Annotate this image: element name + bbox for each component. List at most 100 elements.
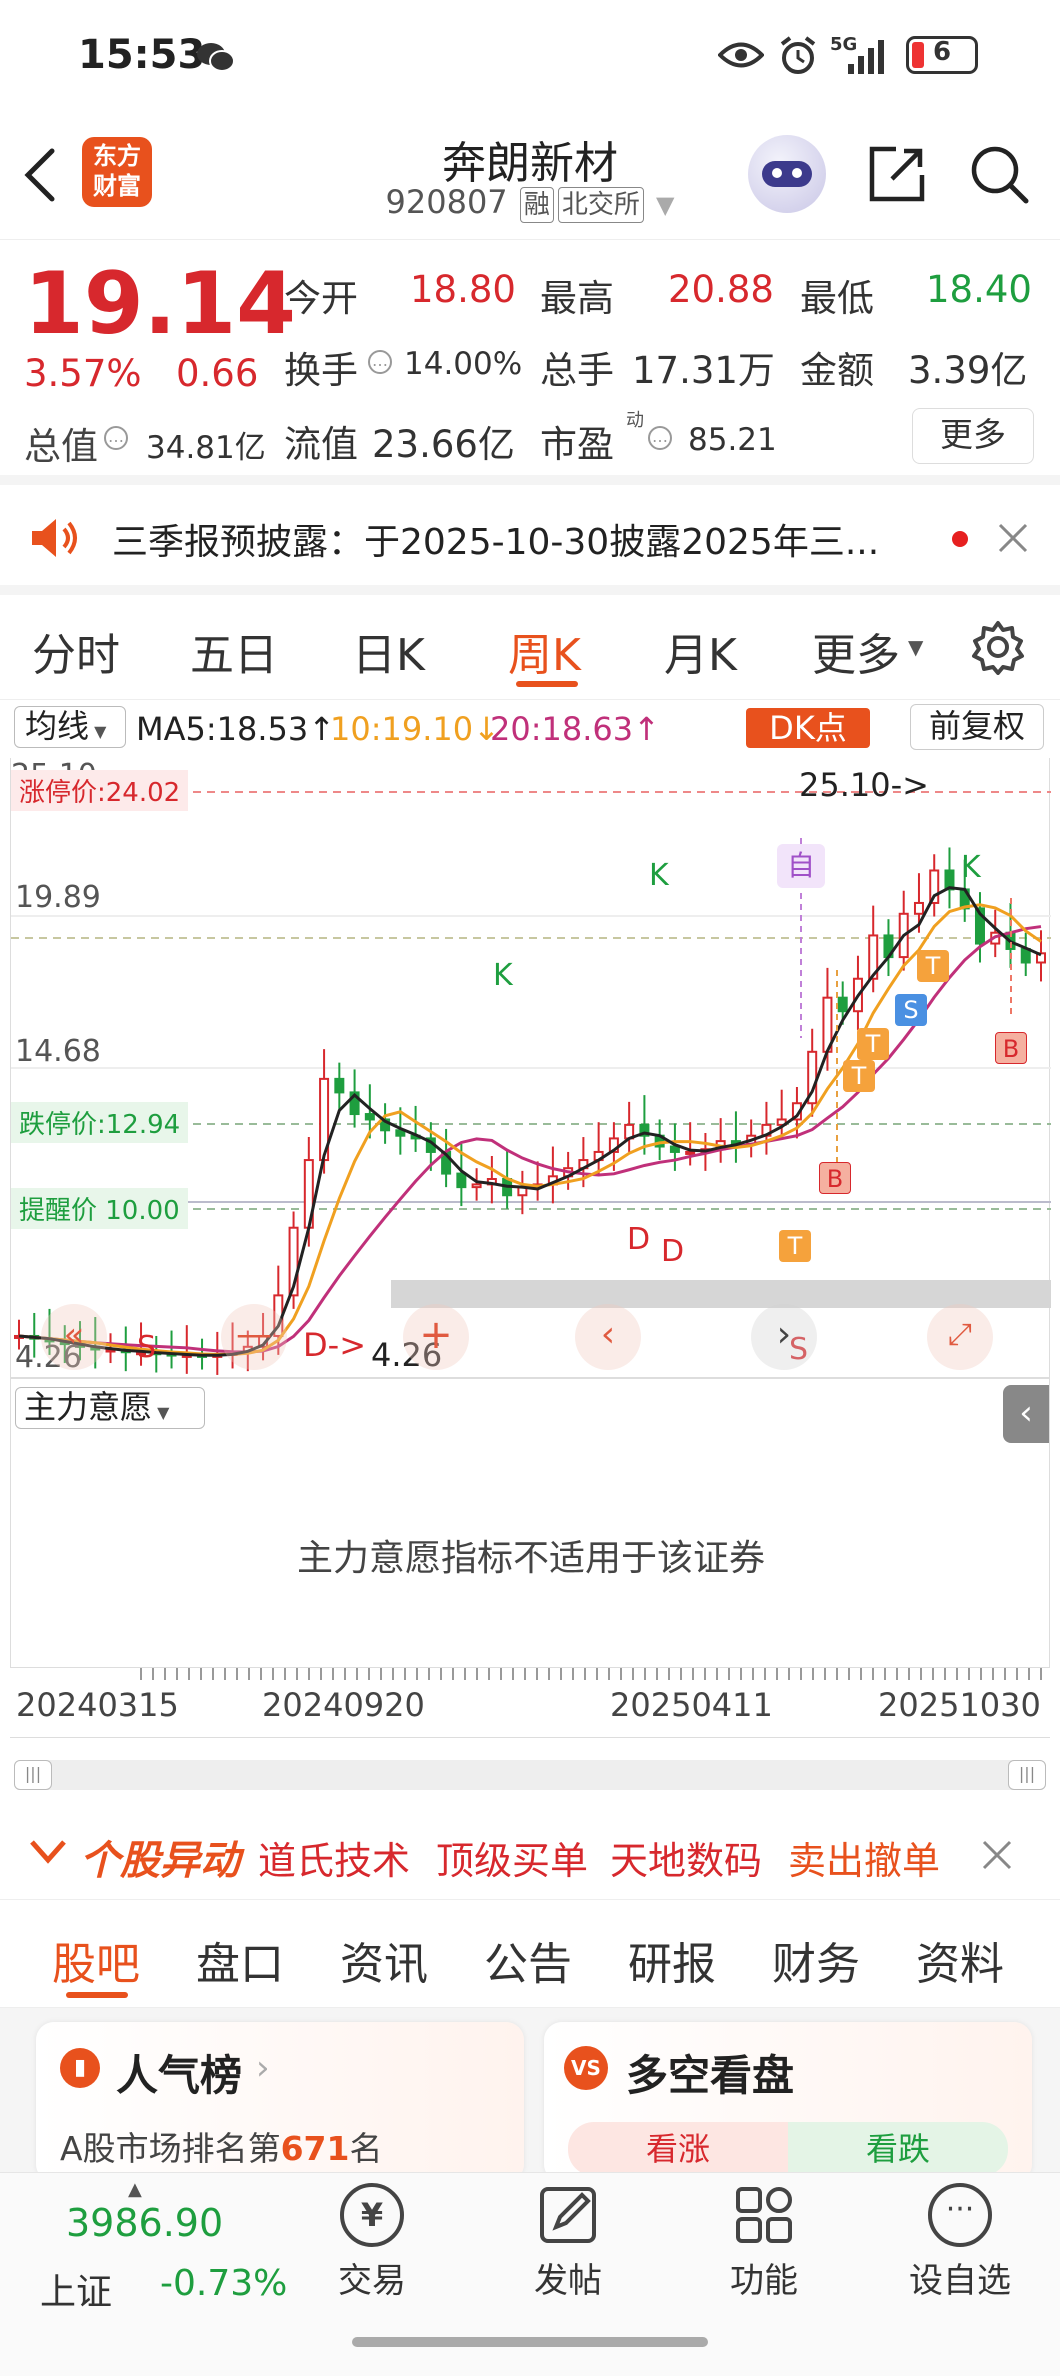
high-marker: 25.10-> xyxy=(799,766,929,804)
ticker-item[interactable]: 道氏技术 xyxy=(258,1830,410,1885)
tab-weekly-k[interactable]: 周K xyxy=(508,619,581,683)
candle-body xyxy=(837,996,848,1013)
index-widget[interactable]: ▲ 3986.90 上证 -0.73% xyxy=(0,2173,290,2333)
active-tab-indicator xyxy=(516,681,578,687)
ticker-item[interactable]: 顶级买单 xyxy=(436,1830,588,1885)
last-price: 19.14 xyxy=(24,254,297,354)
y-label-mid1: 19.89 xyxy=(15,880,101,915)
stock-alert-ticker[interactable]: 个股异动 道氏技术 顶级买单 天地数码 卖出撤单 xyxy=(0,1808,1060,1900)
caret-up-icon: ▲ xyxy=(128,2179,142,2200)
battery-icon: 6 xyxy=(906,36,978,74)
nav-trade-label: 交易 xyxy=(338,2261,406,2301)
range-scrollbar[interactable]: ||| ||| xyxy=(14,1760,1046,1790)
section-tabs: 股吧 盘口 资讯 公告 研报 财务 资料 xyxy=(0,1900,1060,2008)
bull-button[interactable]: 看涨 xyxy=(568,2122,788,2176)
adjust-button[interactable]: 前复权 xyxy=(910,704,1044,750)
nav-functions-label: 功能 xyxy=(730,2261,798,2301)
pe-sup: 动 xyxy=(626,410,644,431)
notice-bar[interactable]: 三季报预披露：于2025-10-30披露2025年三... xyxy=(0,485,1060,595)
stock-code: 920807 xyxy=(385,183,508,221)
nav-post[interactable]: 发帖 xyxy=(498,2183,638,2302)
settings-icon[interactable] xyxy=(970,619,1026,679)
share-icon[interactable] xyxy=(866,143,928,209)
minus-icon[interactable]: — xyxy=(221,1304,287,1370)
left-handle[interactable]: ||| xyxy=(14,1760,52,1790)
ticks xyxy=(140,1668,1050,1680)
long-short-card[interactable]: VS 多空看盘 看涨 看跌 xyxy=(544,2022,1032,2182)
nav-trade[interactable]: ¥ 交易 xyxy=(302,2183,442,2302)
open-value: 18.80 xyxy=(410,268,516,311)
volume-value: 17.31万 xyxy=(632,349,775,392)
limit-up-label: 涨停价:24.02 xyxy=(11,770,189,811)
nav-watchlist[interactable]: ··· 设自选 xyxy=(890,2183,1030,2302)
signal-k: K xyxy=(961,850,981,885)
nav-watchlist-label: 设自选 xyxy=(909,2261,1011,2301)
tab-monthly-k[interactable]: 月K xyxy=(664,619,737,683)
candle-body xyxy=(471,1183,482,1189)
hot-rank-card[interactable]: ▮ 人气榜 › A股市场排名第671名 xyxy=(36,2022,524,2182)
left-arrow-icon[interactable]: ‹ xyxy=(575,1304,641,1370)
panel-toggle-icon[interactable]: ‹ xyxy=(1003,1385,1049,1443)
tab-profile[interactable]: 资料 xyxy=(916,1928,1004,1992)
margin-tag: 融 xyxy=(519,187,554,223)
ticker-item[interactable]: 卖出撤单 xyxy=(788,1830,940,1885)
turnover-label: 换手 xyxy=(284,349,358,392)
bear-button[interactable]: 看跌 xyxy=(788,2122,1008,2176)
rank-suffix: 名 xyxy=(349,2129,383,2168)
candle-body xyxy=(1020,947,1031,964)
fullscreen-icon[interactable]: ⤢ xyxy=(927,1304,993,1370)
d-arrow-marker: D-> xyxy=(303,1326,366,1364)
pe-label: 市盈 xyxy=(540,423,614,466)
change-pct: 3.57% xyxy=(24,352,142,395)
signal-s: S xyxy=(137,1330,157,1365)
plus-icon[interactable]: + xyxy=(403,1304,469,1370)
tab-news[interactable]: 资讯 xyxy=(340,1928,428,1992)
signal-s-badge: S xyxy=(895,994,927,1026)
dk-point-button[interactable]: DK点 xyxy=(746,708,870,748)
info-icon[interactable]: … xyxy=(648,426,672,450)
right-handle[interactable]: ||| xyxy=(1008,1760,1046,1790)
zoom-out-icon[interactable]: « xyxy=(41,1304,107,1370)
tab-pankou[interactable]: 盘口 xyxy=(196,1928,284,1992)
ticker-item[interactable]: 天地数码 xyxy=(610,1830,762,1885)
signal-b-badge: B xyxy=(995,1032,1027,1064)
tab-more[interactable]: 更多 xyxy=(812,619,900,683)
high-value: 20.88 xyxy=(668,268,774,311)
chevron-down-icon[interactable] xyxy=(28,1836,68,1870)
kline-chart[interactable]: 25.10 涨停价:24.02 19.89 14.68 跌停价:12.94 提醒… xyxy=(10,758,1051,1378)
indicator-select[interactable]: 主力意愿 ▼ xyxy=(15,1387,205,1429)
ma-select[interactable]: 均线 ▼ xyxy=(14,706,126,748)
more-button[interactable]: 更多 xyxy=(912,408,1034,464)
change-value: 0.66 xyxy=(176,352,259,395)
ma10-legend: 10:19.10↓ xyxy=(330,710,500,748)
close-icon[interactable] xyxy=(980,1838,1014,1876)
robot-assistant-icon[interactable] xyxy=(748,135,826,213)
right-arrow-icon[interactable]: › xyxy=(751,1304,817,1370)
tab-daily-k[interactable]: 日K xyxy=(352,619,425,683)
nav-functions[interactable]: 功能 xyxy=(694,2183,834,2302)
tab-finance[interactable]: 财务 xyxy=(772,1928,860,1992)
time-axis: 20240315 20240920 20250411 20251030 xyxy=(10,1668,1050,1738)
tab-intraday[interactable]: 分时 xyxy=(32,619,120,683)
signal-d: D xyxy=(661,1234,685,1269)
tab-announcement[interactable]: 公告 xyxy=(484,1928,572,1992)
tab-5day[interactable]: 五日 xyxy=(190,619,278,683)
info-icon[interactable]: … xyxy=(368,350,392,374)
network-type: 5G xyxy=(830,34,858,55)
indicator-panel: 主力意愿 ▼ ‹ 主力意愿指标不适用于该证券 xyxy=(10,1378,1050,1668)
tab-research[interactable]: 研报 xyxy=(628,1928,716,1992)
candle-body xyxy=(913,901,924,915)
candle-body xyxy=(685,1150,696,1155)
info-icon[interactable]: … xyxy=(104,426,128,450)
search-icon[interactable] xyxy=(968,143,1030,209)
reminder-price-label: 提醒价 10.00 xyxy=(11,1188,188,1229)
close-icon[interactable] xyxy=(996,521,1030,559)
x-label: 20250411 xyxy=(610,1686,773,1724)
exchange-tag: 北交所 xyxy=(557,187,644,223)
stock-header: 东方 财富 奔朗新材 920807 融北交所 ▼ xyxy=(0,115,1060,240)
amount-value: 3.39亿 xyxy=(908,349,1028,392)
signal-t-badge: T xyxy=(917,950,949,982)
bear-label: 看跌 xyxy=(865,2130,930,2168)
x-label: 20240315 xyxy=(16,1686,179,1724)
tab-guba[interactable]: 股吧 xyxy=(52,1928,140,1992)
